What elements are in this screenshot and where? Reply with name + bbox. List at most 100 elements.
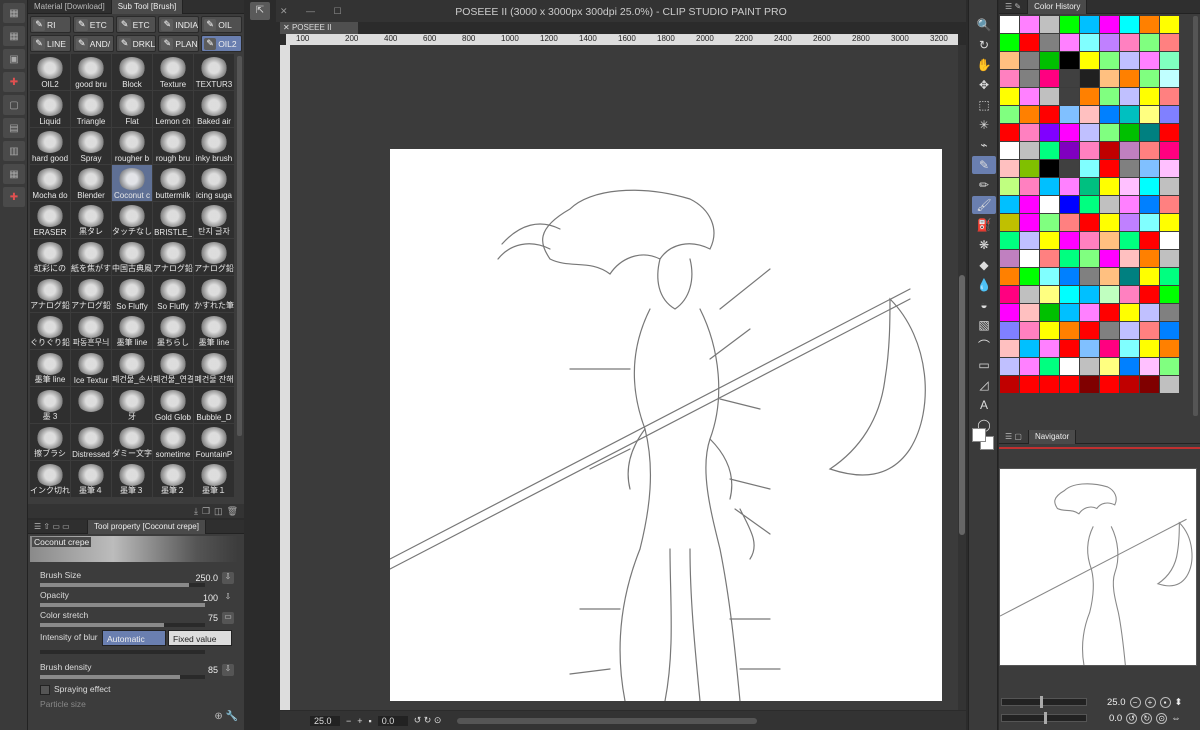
- brush-group-button[interactable]: ✎ INDIA: [158, 16, 200, 33]
- color-swatch[interactable]: [1120, 160, 1139, 177]
- brush-item[interactable]: Gold Glob: [153, 387, 193, 423]
- color-swatch[interactable]: [1120, 232, 1139, 249]
- pressure-icon[interactable]: ⇩: [222, 664, 234, 676]
- navigator-rotation-value[interactable]: 0.0: [1109, 713, 1122, 724]
- scroll-thumb[interactable]: [959, 275, 965, 535]
- color-swatch[interactable]: [1160, 286, 1179, 303]
- brush-item[interactable]: OIL2: [30, 54, 70, 90]
- rotate-icon[interactable]: ↺ ↻ ⊙: [414, 715, 442, 726]
- color-swatch[interactable]: [1000, 376, 1019, 393]
- scroll-icon[interactable]: ⬍: [1175, 697, 1183, 708]
- color-swatch[interactable]: [1080, 214, 1099, 231]
- fixed-value-button[interactable]: Fixed value: [168, 630, 232, 646]
- color-swatch[interactable]: [1040, 268, 1059, 285]
- color-swatch[interactable]: [1040, 304, 1059, 321]
- color-swatch[interactable]: [1040, 124, 1059, 141]
- color-history-scrollbar[interactable]: [1193, 16, 1198, 416]
- color-swatch[interactable]: [1060, 322, 1079, 339]
- brush-density-slider[interactable]: [40, 675, 205, 679]
- color-swatch[interactable]: [1120, 124, 1139, 141]
- color-swatch[interactable]: [1100, 196, 1119, 213]
- color-swatch[interactable]: [1040, 196, 1059, 213]
- color-swatch[interactable]: [1000, 70, 1019, 87]
- window-controls[interactable]: ✕ — ☐: [280, 6, 350, 17]
- brush-density-value[interactable]: 85: [208, 665, 218, 675]
- color-swatch[interactable]: [1040, 322, 1059, 339]
- panel-icon[interactable]: ▢: [3, 95, 25, 115]
- frame-icon[interactable]: ▭: [972, 356, 996, 374]
- color-swatch[interactable]: [1060, 142, 1079, 159]
- decoration-icon[interactable]: ❋: [972, 236, 996, 254]
- color-swatch[interactable]: [1160, 376, 1179, 393]
- color-swatch[interactable]: [1020, 250, 1039, 267]
- color-swatch[interactable]: [1140, 250, 1159, 267]
- color-swatch[interactable]: [1080, 376, 1099, 393]
- figure-icon[interactable]: ⌒: [972, 336, 996, 354]
- brush-group-button[interactable]: ✎ LINE: [30, 35, 71, 52]
- brush-item[interactable]: [71, 387, 111, 423]
- color-swatch[interactable]: [1080, 34, 1099, 51]
- pen-icon[interactable]: ✎: [972, 156, 996, 174]
- brush-item[interactable]: Distressed: [71, 424, 111, 460]
- panel-icon[interactable]: ▤: [3, 118, 25, 138]
- color-swatch[interactable]: [1000, 196, 1019, 213]
- color-swatch[interactable]: [1140, 70, 1159, 87]
- tab-navigator[interactable]: Navigator: [1028, 429, 1077, 444]
- rotate-icon[interactable]: ↻: [972, 36, 996, 54]
- brush-item[interactable]: アナログ鉛: [153, 239, 193, 275]
- color-swatch[interactable]: [1100, 106, 1119, 123]
- color-stretch-value[interactable]: 75: [208, 613, 218, 623]
- color-swatch[interactable]: [1160, 232, 1179, 249]
- color-swatch[interactable]: [1080, 88, 1099, 105]
- color-swatch[interactable]: [1140, 142, 1159, 159]
- eyedropper-icon[interactable]: ⌁: [972, 136, 996, 154]
- particle-size-row[interactable]: Particle size: [40, 699, 240, 713]
- ruler-icon[interactable]: ◿: [972, 376, 996, 394]
- zoom-in-icon[interactable]: +: [357, 716, 362, 726]
- color-swatch[interactable]: [1080, 196, 1099, 213]
- color-swatch[interactable]: [1100, 286, 1119, 303]
- color-swatch[interactable]: [1100, 250, 1119, 267]
- color-swatch[interactable]: [1020, 34, 1039, 51]
- color-swatch[interactable]: [1060, 34, 1079, 51]
- color-swatch[interactable]: [1060, 304, 1079, 321]
- canvas-vertical-scrollbar[interactable]: [958, 45, 966, 710]
- brush-item[interactable]: buttermilk: [153, 165, 193, 201]
- blur-slider[interactable]: [40, 650, 205, 654]
- color-swatch[interactable]: [1140, 376, 1159, 393]
- color-swatch[interactable]: [1120, 304, 1139, 321]
- color-swatch[interactable]: [1000, 124, 1019, 141]
- color-swatch[interactable]: [1160, 160, 1179, 177]
- color-swatch[interactable]: [1120, 178, 1139, 195]
- color-swatch[interactable]: [1020, 52, 1039, 69]
- color-swatch[interactable]: [1060, 124, 1079, 141]
- color-swatch[interactable]: [1100, 268, 1119, 285]
- brush-item[interactable]: 虹彩にの: [30, 239, 70, 275]
- color-stretch-slider[interactable]: [40, 623, 205, 627]
- rotate-left-icon[interactable]: ↺: [1126, 712, 1138, 724]
- color-swatch[interactable]: [1100, 52, 1119, 69]
- color-swatch[interactable]: [1140, 214, 1159, 231]
- color-swatch[interactable]: [1060, 340, 1079, 357]
- color-swatch[interactable]: [1160, 178, 1179, 195]
- adjust-icon[interactable]: ▭: [222, 612, 234, 624]
- color-swatch[interactable]: [1040, 286, 1059, 303]
- fit-icon[interactable]: ▪: [1159, 696, 1171, 708]
- brush-item[interactable]: Blender: [71, 165, 111, 201]
- color-swatch[interactable]: [1140, 106, 1159, 123]
- color-swatch[interactable]: [1100, 160, 1119, 177]
- navigator-rotate-slider[interactable]: [1001, 712, 1087, 724]
- brush-item[interactable]: So Fluffy: [153, 276, 193, 312]
- reset-icon[interactable]: ⊙: [1156, 712, 1168, 724]
- color-swatch[interactable]: [1140, 52, 1159, 69]
- color-swatch[interactable]: [1000, 304, 1019, 321]
- brush-item[interactable]: ぐりぐり鉛: [30, 313, 70, 349]
- brush-item[interactable]: 墨筆１: [194, 461, 234, 497]
- color-swatch[interactable]: [1100, 232, 1119, 249]
- tool-icon[interactable]: ✚: [3, 187, 25, 207]
- brush-item[interactable]: BRISTLE_: [153, 202, 193, 238]
- color-swatch[interactable]: [1100, 358, 1119, 375]
- navigator-zoom-value[interactable]: 25.0: [1107, 697, 1126, 708]
- color-swatch[interactable]: [1100, 142, 1119, 159]
- brush-item[interactable]: アナログ鉛: [71, 276, 111, 312]
